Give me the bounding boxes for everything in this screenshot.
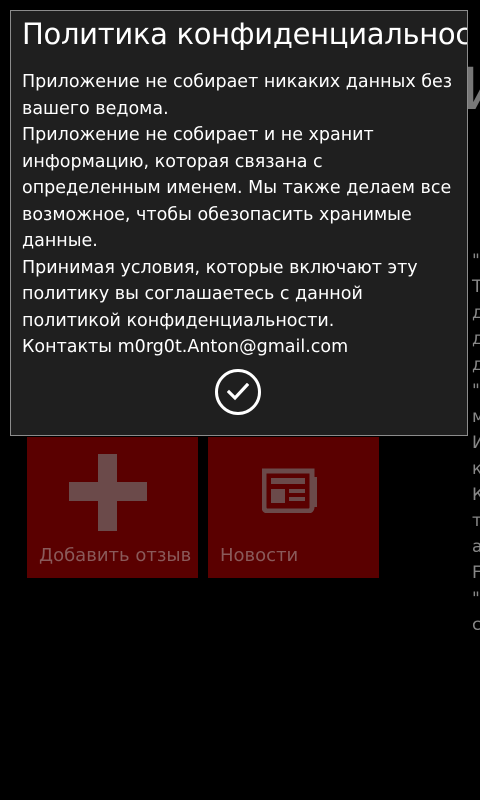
dialog-title: Политика конфиденциальности xyxy=(22,17,468,51)
bg-fragment: " xyxy=(472,589,480,609)
bg-fragment: д xyxy=(472,329,480,349)
background-text-fragments: " T д д д " м И к К т а F " с xyxy=(472,248,480,638)
contacts-line: Контакты m0rg0t.Anton@gmail.com xyxy=(22,337,349,357)
dialog-body: Приложение не собирает никаких данных бе… xyxy=(22,69,466,361)
newspaper-icon xyxy=(262,468,317,513)
bg-fragment: к xyxy=(472,459,480,479)
add-review-label: Добавить отзыв xyxy=(39,545,192,566)
news-tile[interactable]: Новости xyxy=(208,437,379,578)
bg-fragment: F xyxy=(472,563,480,583)
confirm-button[interactable] xyxy=(215,369,261,415)
bg-fragment: " xyxy=(472,381,480,401)
bg-fragment: И xyxy=(472,433,480,453)
add-review-tile[interactable]: Добавить отзыв xyxy=(27,437,198,578)
bg-fragment: т xyxy=(472,511,480,531)
screen: И " T д д д " м И к К т а F " с Добавить… xyxy=(0,0,480,800)
bg-fragment: К xyxy=(472,485,480,505)
policy-paragraph: Принимая условия, которые включают эту п… xyxy=(22,257,418,331)
bg-fragment: д xyxy=(472,355,480,375)
bg-fragment: с xyxy=(472,615,480,635)
bg-fragment: д xyxy=(472,303,480,323)
bg-fragment: м xyxy=(472,407,480,427)
bg-fragment: а xyxy=(472,537,480,557)
news-label: Новости xyxy=(220,545,299,566)
checkmark-icon xyxy=(227,383,249,401)
policy-paragraph: Приложение не собирает и не хранит инфор… xyxy=(22,125,452,251)
bg-fragment: T xyxy=(472,277,480,297)
bg-fragment: " xyxy=(472,251,480,271)
plus-icon-bar xyxy=(69,482,147,501)
privacy-policy-dialog: Политика конфиденциальности Приложение н… xyxy=(10,10,468,436)
policy-paragraph: Приложение не собирает никаких данных бе… xyxy=(22,72,453,119)
